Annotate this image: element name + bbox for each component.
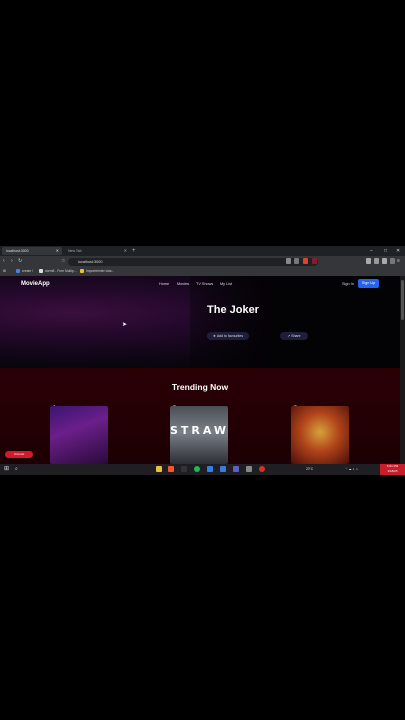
nav-home[interactable]: Home [159,282,169,286]
movie-poster[interactable]: STRAW [170,406,228,464]
forward-icon[interactable]: › [11,256,13,267]
tab-label: localhost:3000 [6,249,29,253]
tab-localhost[interactable]: localhost:3000 ✕ [2,247,62,255]
reload-icon[interactable]: ↻ [18,256,22,267]
minimize-icon[interactable]: – [370,247,373,255]
profile-icon[interactable] [390,258,395,264]
app-logo[interactable]: MovieApp [21,281,50,287]
star-icon: ★ [212,334,217,338]
sign-in-button[interactable]: Sign In [342,282,354,286]
sidebar-toggle-icon[interactable] [366,258,371,264]
bookmark-item[interactable]: Importerinter clas... [80,267,114,276]
nav-tv-shows[interactable]: TV Shows [196,282,213,286]
apps-grid-icon[interactable]: ⊞ [3,267,6,276]
file-explorer-icon[interactable] [156,466,162,472]
app-icon[interactable] [246,466,252,472]
hero-overlay [190,276,400,368]
nav-my-list[interactable]: My List [220,282,232,286]
new-tab-icon[interactable]: + [132,247,136,255]
tab-label: New Tab [68,249,82,253]
address-input[interactable]: localhost:3000 [68,257,318,266]
tray-icons[interactable]: ⌃ ☁ ◐ ♫ [345,464,358,475]
share-icon: ↗ [287,334,291,338]
window-close-icon[interactable]: ✕ [396,247,400,255]
close-icon[interactable]: ✕ [124,247,127,255]
browser-icon[interactable] [168,466,174,472]
web-page: MovieApp Home Movies TV Shows My List Si… [0,276,400,464]
clock-date: 3/18/25 [387,469,398,473]
rewards-icon[interactable] [312,258,317,264]
menu-icon[interactable]: ≡ [397,256,400,267]
close-icon[interactable]: ✕ [56,247,59,255]
tab-new-tab[interactable]: New Tab ✕ [64,247,130,255]
nav-movies[interactable]: Movies [177,282,189,286]
bookmark-item[interactable]: create ! [16,267,33,276]
teams-icon[interactable] [233,466,239,472]
extensions-icon[interactable] [374,258,379,264]
unmute-button[interactable]: Unmute [5,451,33,458]
zoom-icon[interactable] [286,258,291,264]
wallet-icon[interactable] [382,258,387,264]
trending-title: Trending Now [171,382,229,392]
app-icon[interactable] [220,466,226,472]
weather-widget[interactable]: 20°C [306,464,313,475]
clock[interactable]: 5:01 PM 3/18/25 [380,464,405,475]
back-icon[interactable]: ‹ [3,256,5,267]
movie-poster[interactable] [291,406,349,464]
share-label: Share [291,334,301,338]
favourite-label: Add to favourites [216,334,244,338]
share-page-icon[interactable] [294,258,299,264]
bookmark-star-icon[interactable]: ☆ [61,256,65,267]
chrome-icon[interactable] [259,466,265,472]
add-to-favourites-button[interactable]: ★ Add to favourites [207,332,249,340]
movie-poster[interactable] [50,406,108,464]
search-icon[interactable]: ⌕ [15,464,18,475]
bookmark-item[interactable]: dorm8 - Free Multip... [39,267,77,276]
brave-shield-icon[interactable] [303,258,308,264]
vscode-icon[interactable] [207,466,213,472]
mouse-cursor-icon: ➤ [122,322,128,328]
spotify-icon[interactable] [194,466,200,472]
start-icon[interactable]: ⊞ [4,464,9,475]
scrollbar-thumb[interactable] [401,280,404,320]
sign-up-button[interactable]: Sign Up [358,279,379,288]
hero-title: The Joker [207,304,259,316]
poster-title: STRAW [170,424,228,437]
share-button[interactable]: ↗ Share [280,332,308,340]
maximize-icon[interactable]: □ [384,247,387,255]
terminal-icon[interactable] [181,466,187,472]
